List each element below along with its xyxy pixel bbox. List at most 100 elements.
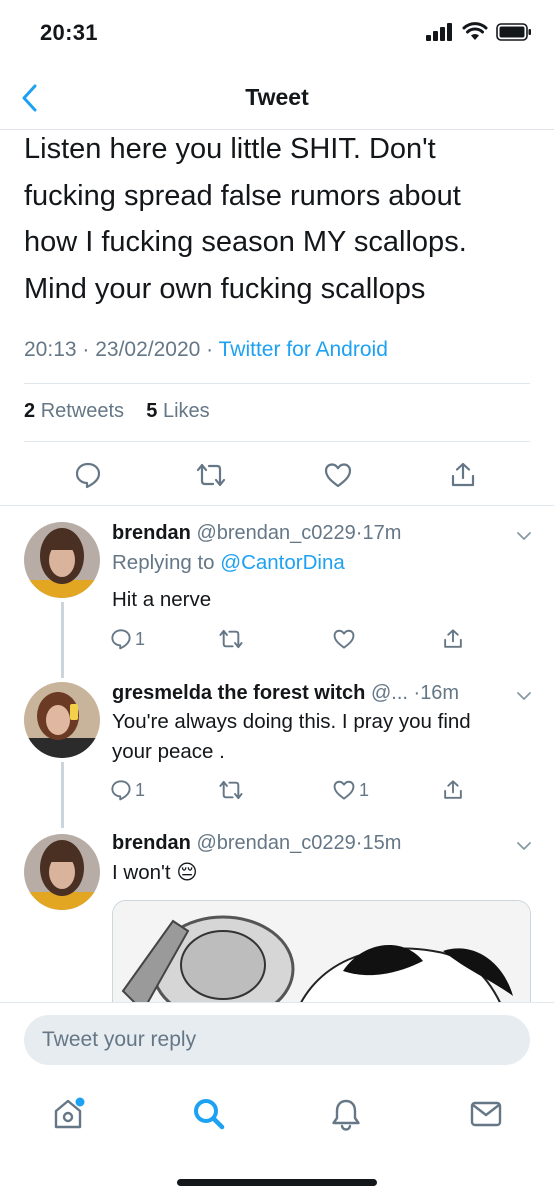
likes-count: 5 <box>146 400 158 422</box>
share-icon <box>444 780 462 799</box>
avatar[interactable] <box>24 834 100 910</box>
share-icon <box>444 629 462 648</box>
status-icons <box>426 22 532 41</box>
reply-icon <box>111 629 131 650</box>
thread-line <box>61 762 64 828</box>
retweet-button[interactable] <box>218 775 244 805</box>
reply-author-name[interactable]: gresmelda the forest witch <box>112 682 365 704</box>
signal-icon <box>426 22 452 41</box>
nav-bar: Tweet <box>0 66 554 130</box>
retweet-icon <box>219 629 243 649</box>
retweet-icon <box>219 780 243 800</box>
reply-text-line: You're always doing this. I pray you fin… <box>112 710 471 733</box>
tweet-meta: 20:13 · 23/02/2020 · Twitter for Android <box>24 338 388 361</box>
reply-author-handle[interactable]: @... <box>371 682 408 704</box>
battery-icon <box>496 22 531 41</box>
like-count: 1 <box>359 779 370 800</box>
divider <box>24 383 530 384</box>
compose-bar <box>0 1002 554 1080</box>
like-button[interactable] <box>332 624 356 654</box>
heart-icon <box>324 463 352 488</box>
status-bar: 20:31 <box>0 0 554 66</box>
heart-icon <box>333 780 355 800</box>
tab-messages[interactable] <box>466 1094 506 1134</box>
like-button[interactable]: 1 <box>332 775 369 805</box>
retweets-count: 2 <box>24 400 36 422</box>
share-icon <box>451 462 475 487</box>
avatar[interactable] <box>24 522 100 598</box>
reply-header: brendan @brendan_c0229·17m <box>112 522 402 544</box>
heart-icon <box>333 629 355 649</box>
reply-button[interactable]: 1 <box>110 624 145 654</box>
chevron-down-icon[interactable] <box>514 686 534 706</box>
reply-count: 1 <box>135 628 146 649</box>
retweet-button[interactable] <box>218 624 244 654</box>
reply-icon <box>111 780 131 801</box>
tab-search[interactable] <box>189 1094 229 1134</box>
divider <box>24 441 530 442</box>
reply-author-name[interactable]: brendan <box>112 522 191 544</box>
likes-label: Likes <box>162 400 210 422</box>
reply-button[interactable]: 1 <box>110 775 145 805</box>
reply-time: 15m <box>362 832 402 854</box>
tweet-action-bar <box>0 455 554 495</box>
retweet-button[interactable] <box>191 455 231 495</box>
replying-to-label: Replying to <box>112 551 215 574</box>
avatar[interactable] <box>24 682 100 758</box>
reply-actions: 1 1 <box>104 775 504 805</box>
home-icon <box>54 1097 85 1129</box>
retweets-label: Retweets <box>40 400 125 422</box>
tweet-text: Listen here you little SHIT. Don't fucki… <box>24 126 534 312</box>
retweet-icon <box>196 463 226 487</box>
tweet-text-line: Mind your own fucking scallops <box>24 272 426 305</box>
reply-author-name[interactable]: brendan <box>112 832 191 854</box>
pensive-emoji: 😔 <box>176 861 198 884</box>
tab-home[interactable] <box>48 1094 88 1134</box>
reply-author-handle[interactable]: @brendan_c0229 <box>196 832 355 854</box>
search-icon <box>194 1099 225 1130</box>
reply-author-handle[interactable]: @brendan_c0229 <box>196 522 355 544</box>
retweets-stat[interactable]: 2 Retweets <box>24 400 124 422</box>
reply-actions: 1 <box>104 624 504 654</box>
share-button[interactable] <box>442 624 464 654</box>
reply-input[interactable] <box>24 1015 530 1065</box>
likes-stat[interactable]: 5 Likes <box>146 400 209 422</box>
page-title: Tweet <box>245 84 309 110</box>
reply-text-line: your peace . <box>112 740 225 763</box>
home-indicator <box>177 1179 377 1186</box>
chevron-down-icon[interactable] <box>514 526 534 546</box>
avatar-image <box>24 834 100 910</box>
notification-dot-icon <box>75 1097 85 1107</box>
like-button[interactable] <box>318 455 358 495</box>
share-button[interactable] <box>442 775 464 805</box>
replying-to-handle[interactable]: @CantorDina <box>220 551 345 574</box>
reply-button[interactable] <box>68 455 108 495</box>
tweet-stats: 2 Retweets 5 Likes <box>24 400 210 423</box>
tweet-text-line: Listen here you little SHIT. Don't <box>24 133 436 165</box>
thread-line <box>61 602 64 678</box>
reply-text-content: I won't <box>112 861 171 884</box>
wifi-icon <box>462 22 488 40</box>
tab-notifications[interactable] <box>326 1094 366 1134</box>
tweet-time: 20:13 <box>24 338 77 361</box>
avatar-image <box>24 522 100 598</box>
tweet-date: 23/02/2020 <box>95 338 201 361</box>
chevron-down-icon[interactable] <box>514 836 534 856</box>
reply-icon <box>75 462 101 489</box>
reply-text: I won't 😔 <box>112 858 530 888</box>
avatar-image <box>24 682 100 758</box>
tweet-source-link[interactable]: Twitter for Android <box>219 338 388 361</box>
reply-time: 17m <box>362 522 402 544</box>
reply-time: 16m <box>420 682 460 704</box>
notifications-icon <box>332 1099 360 1131</box>
messages-icon <box>470 1101 502 1127</box>
share-button[interactable] <box>443 455 483 495</box>
reply-count: 1 <box>135 779 146 800</box>
reply-header: gresmelda the forest witch @... ·16m <box>112 682 460 704</box>
tweet-text-line: fucking spread false rumors about <box>24 179 461 212</box>
divider <box>0 505 554 506</box>
status-time: 20:31 <box>40 20 98 45</box>
reply-header: brendan @brendan_c0229·15m <box>112 832 402 854</box>
tweet-text-line: how I fucking season MY scallops. <box>24 226 467 258</box>
replying-to: Replying to @CantorDina <box>112 548 530 578</box>
